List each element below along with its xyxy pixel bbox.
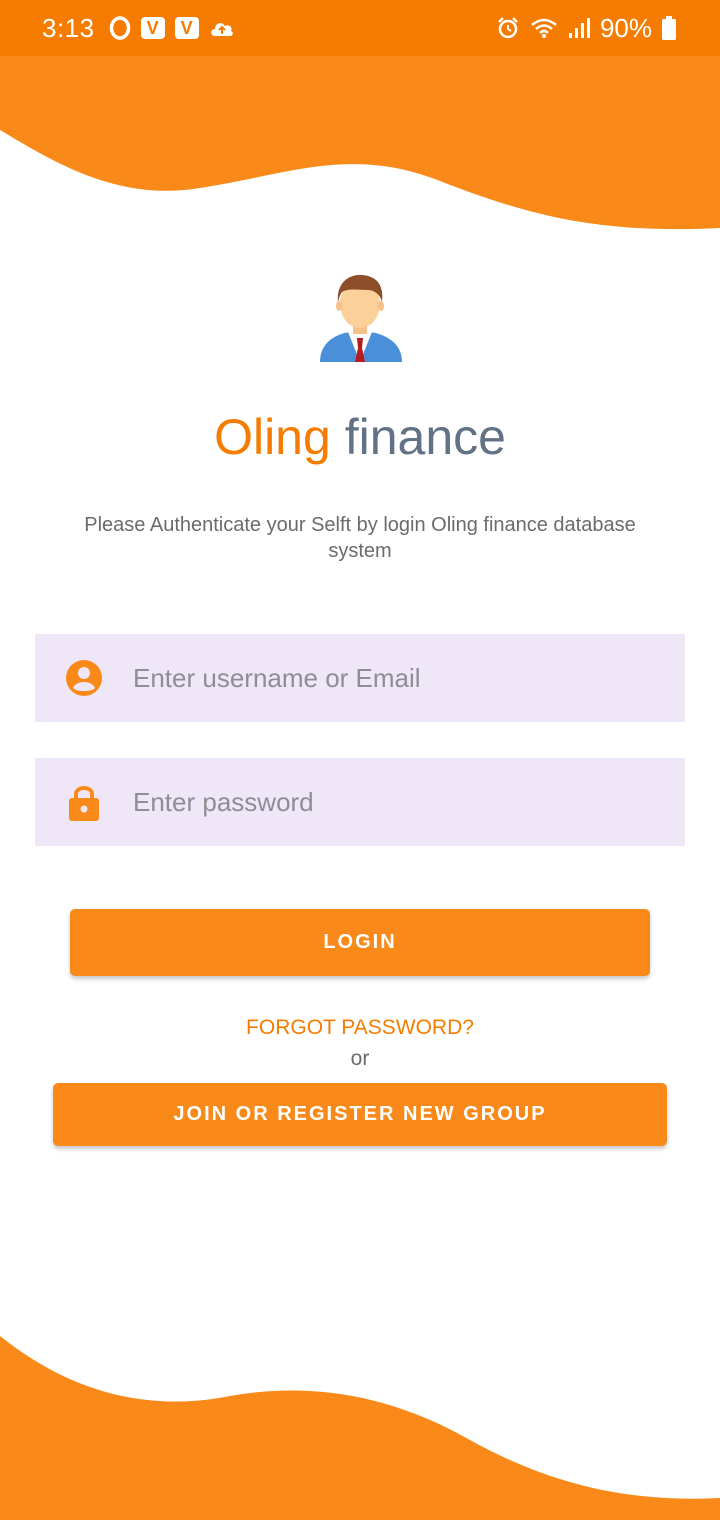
login-screen: 3:13 V V 90% Oling finance Please Authen… [0,0,720,1520]
top-wave-decoration [0,56,720,230]
signal-icon [568,17,590,39]
bottom-wave-decoration [0,1336,720,1520]
or-separator: or [350,1047,370,1070]
subtitle: Please Authenticate your Selft by login … [84,514,636,562]
status-bar: 3:13 V V 90% [0,0,720,56]
username-field[interactable]: Enter username or Email [35,634,685,722]
forgot-password-link[interactable]: FORGOT PASSWORD? [0,1016,720,1040]
status-right: 90% [496,13,676,44]
password-placeholder: Enter password [133,786,314,817]
account-circle-icon [65,659,103,697]
wifi-icon [530,17,558,39]
password-field[interactable]: Enter password [35,758,685,846]
battery-icon [662,16,676,40]
login-button[interactable]: LOGIN [70,909,650,976]
businessman-avatar-icon [312,270,408,366]
opera-icon [109,16,131,40]
lock-icon [65,783,103,821]
v-badge-icon: V [140,17,165,39]
battery-percent: 90% [599,12,652,43]
cloud-upload-icon [209,18,235,38]
app-title: Oling finance [0,408,720,466]
app-title-suffix: finance [344,409,506,465]
alarm-icon [496,16,520,40]
register-group-button[interactable]: JOIN OR REGISTER NEW GROUP [53,1083,667,1146]
v-badge-icon: V [174,17,199,39]
app-title-brand: Oling [214,409,331,465]
status-time: 3:13 [42,12,95,43]
status-left: 3:13 V V [42,13,235,44]
username-placeholder: Enter username or Email [133,662,421,693]
